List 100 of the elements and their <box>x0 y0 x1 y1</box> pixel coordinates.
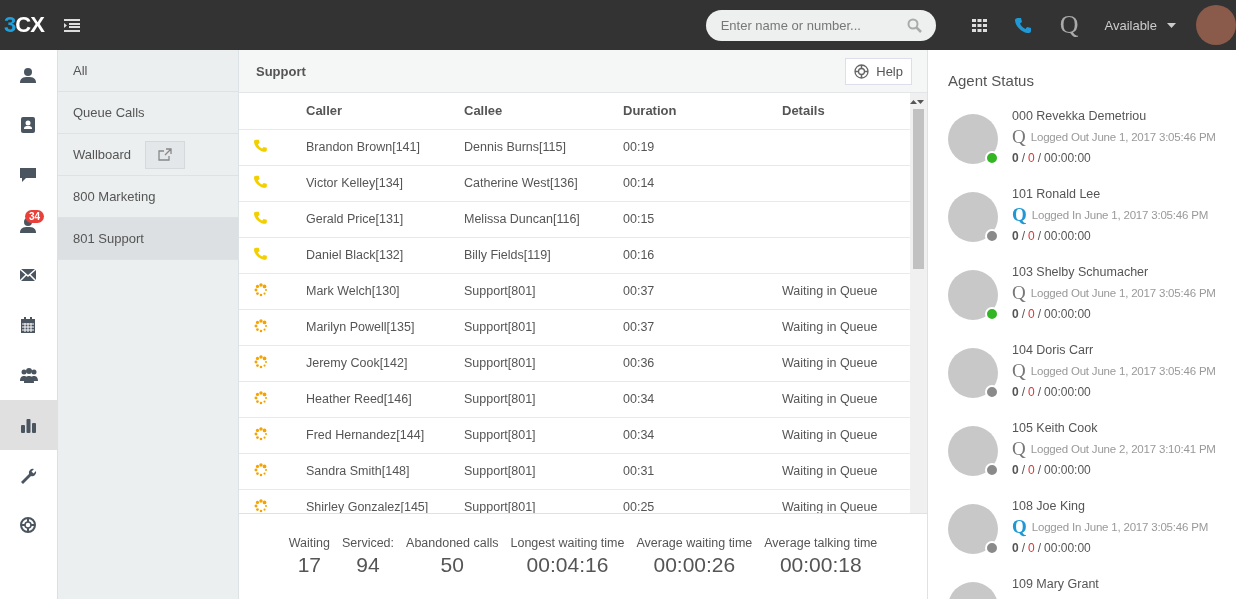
table-cell: Support[801] <box>463 309 622 345</box>
stat-label: Average waiting time <box>636 536 753 550</box>
answered-count: 0 <box>1012 151 1019 165</box>
table-cell: Catherine West[136] <box>463 165 622 201</box>
missed-count: 0 <box>1028 229 1035 243</box>
scroll-up-icon[interactable] <box>910 100 917 104</box>
group-icon <box>19 366 38 384</box>
table-cell: Shirley Gonzalez[145] <box>305 489 463 513</box>
table-cell: 00:37 <box>622 309 781 345</box>
table-cell: Billy Fields[119] <box>463 237 622 273</box>
stat-value: 00:00:18 <box>779 553 862 577</box>
phone-icon <box>254 247 267 260</box>
status-dropdown[interactable]: Available <box>1098 16 1182 34</box>
search-icon <box>906 17 922 33</box>
table-cell: Heather Reed[146] <box>305 381 463 417</box>
notification-badge: 34 <box>25 210 45 223</box>
separator: / <box>1037 541 1042 555</box>
talk-time: 00:00:00 <box>1044 151 1091 165</box>
panel-title: Agent Status <box>948 72 1035 89</box>
login-time: Logged Out June 1, 2017 3:05:46 PM <box>1030 287 1216 299</box>
scrollbar-thumb[interactable] <box>913 109 924 269</box>
agent-name: 000 Revekka Demetriou <box>1012 109 1148 123</box>
scrollbar[interactable] <box>910 93 927 513</box>
spinner-icon <box>254 318 268 333</box>
external-link-icon <box>158 148 173 161</box>
queue-status: Q <box>1012 439 1026 459</box>
table-cell: Melissa Duncan[116] <box>463 201 622 237</box>
table-cell: Dennis Burns[115] <box>463 129 622 165</box>
separator: / <box>1021 229 1026 243</box>
separator: / <box>1037 151 1042 165</box>
stat-value: 17 <box>297 553 321 577</box>
table-cell: Support[801] <box>463 453 622 489</box>
search-field[interactable]: Enter name or number... <box>705 9 936 41</box>
missed-count: 0 <box>1028 541 1035 555</box>
table-cell: Marilyn Powell[135] <box>305 309 463 345</box>
table-cell: 00:31 <box>622 453 781 489</box>
separator: / <box>1037 229 1042 243</box>
separator: / <box>1021 463 1026 477</box>
table-cell: Daniel Black[132] <box>305 237 463 273</box>
login-time: Logged In June 1, 2017 3:05:46 PM <box>1031 521 1209 533</box>
queue-status: Q <box>1012 517 1027 537</box>
stat-value: 50 <box>440 553 464 577</box>
separator: / <box>1037 463 1042 477</box>
separator: / <box>1037 385 1042 399</box>
agent-name: 108 Joe King <box>1012 499 1086 513</box>
talk-time: 00:00:00 <box>1044 385 1091 399</box>
queue-button[interactable]: Q <box>1059 10 1079 40</box>
table-cell: 00:34 <box>622 417 781 453</box>
help-button[interactable]: Help <box>845 57 912 85</box>
dialpad-icon[interactable] <box>971 18 987 32</box>
address-book-icon <box>19 116 38 134</box>
menu-icon[interactable] <box>63 18 80 32</box>
lifebuoy-icon <box>854 63 870 79</box>
sidebar-button[interactable] <box>0 400 57 450</box>
separator: / <box>1021 307 1026 321</box>
table-cell: Victor Kelley[134] <box>305 165 463 201</box>
separator: / <box>1021 541 1026 555</box>
scroll-down-icon[interactable] <box>917 100 924 104</box>
login-time: Logged Out June 2, 2017 3:10:41 PM <box>1030 443 1216 455</box>
sidebar-button[interactable]: 34 <box>0 200 57 250</box>
stat-label: Waiting <box>288 536 330 550</box>
agent-name: 109 Mary Grant <box>1012 577 1099 591</box>
separator: / <box>1021 151 1026 165</box>
panel-title: Support <box>256 63 307 79</box>
nav-item-label: Wallboard <box>73 147 132 162</box>
spinner-icon <box>254 426 268 441</box>
talk-time: 00:00:00 <box>1044 541 1091 555</box>
phone-icon <box>254 139 267 152</box>
nav-item[interactable]: 801 Support <box>58 218 238 260</box>
missed-count: 0 <box>1028 151 1035 165</box>
answered-count: 0 <box>1012 541 1019 555</box>
stat-value: 94 <box>356 553 380 577</box>
chat-bubble-icon <box>19 166 38 184</box>
queue-status: Q <box>1012 283 1026 303</box>
table-cell: 00:34 <box>622 381 781 417</box>
table-cell: Sandra Smith[148] <box>305 453 463 489</box>
answered-count: 0 <box>1012 307 1019 321</box>
stat-value: 00:00:26 <box>653 553 736 577</box>
agent-name: 101 Ronald Lee <box>1012 187 1102 201</box>
table-cell: 00:15 <box>622 201 781 237</box>
phone-icon <box>254 211 267 224</box>
table-cell: Support[801] <box>463 489 622 513</box>
envelope-icon <box>19 266 38 284</box>
login-time: Logged Out June 1, 2017 3:05:46 PM <box>1030 131 1216 143</box>
column-header: Duration <box>622 93 781 129</box>
agent-name: 105 Keith Cook <box>1012 421 1099 435</box>
spinner-icon <box>254 390 268 405</box>
separator: / <box>1021 385 1026 399</box>
answered-count: 0 <box>1012 229 1019 243</box>
table-cell: Fred Hernandez[144] <box>305 417 463 453</box>
phone-icon <box>254 175 267 188</box>
stat-label: Abandoned calls <box>406 536 499 550</box>
missed-count: 0 <box>1028 307 1035 321</box>
queue-status: Q <box>1012 361 1026 381</box>
person-icon <box>19 66 38 84</box>
wrench-icon <box>19 466 38 484</box>
login-time: Logged In June 1, 2017 3:05:46 PM <box>1031 209 1209 221</box>
phone-icon[interactable] <box>1014 16 1032 34</box>
spinner-icon <box>254 462 268 477</box>
table-cell: Support[801] <box>463 273 622 309</box>
